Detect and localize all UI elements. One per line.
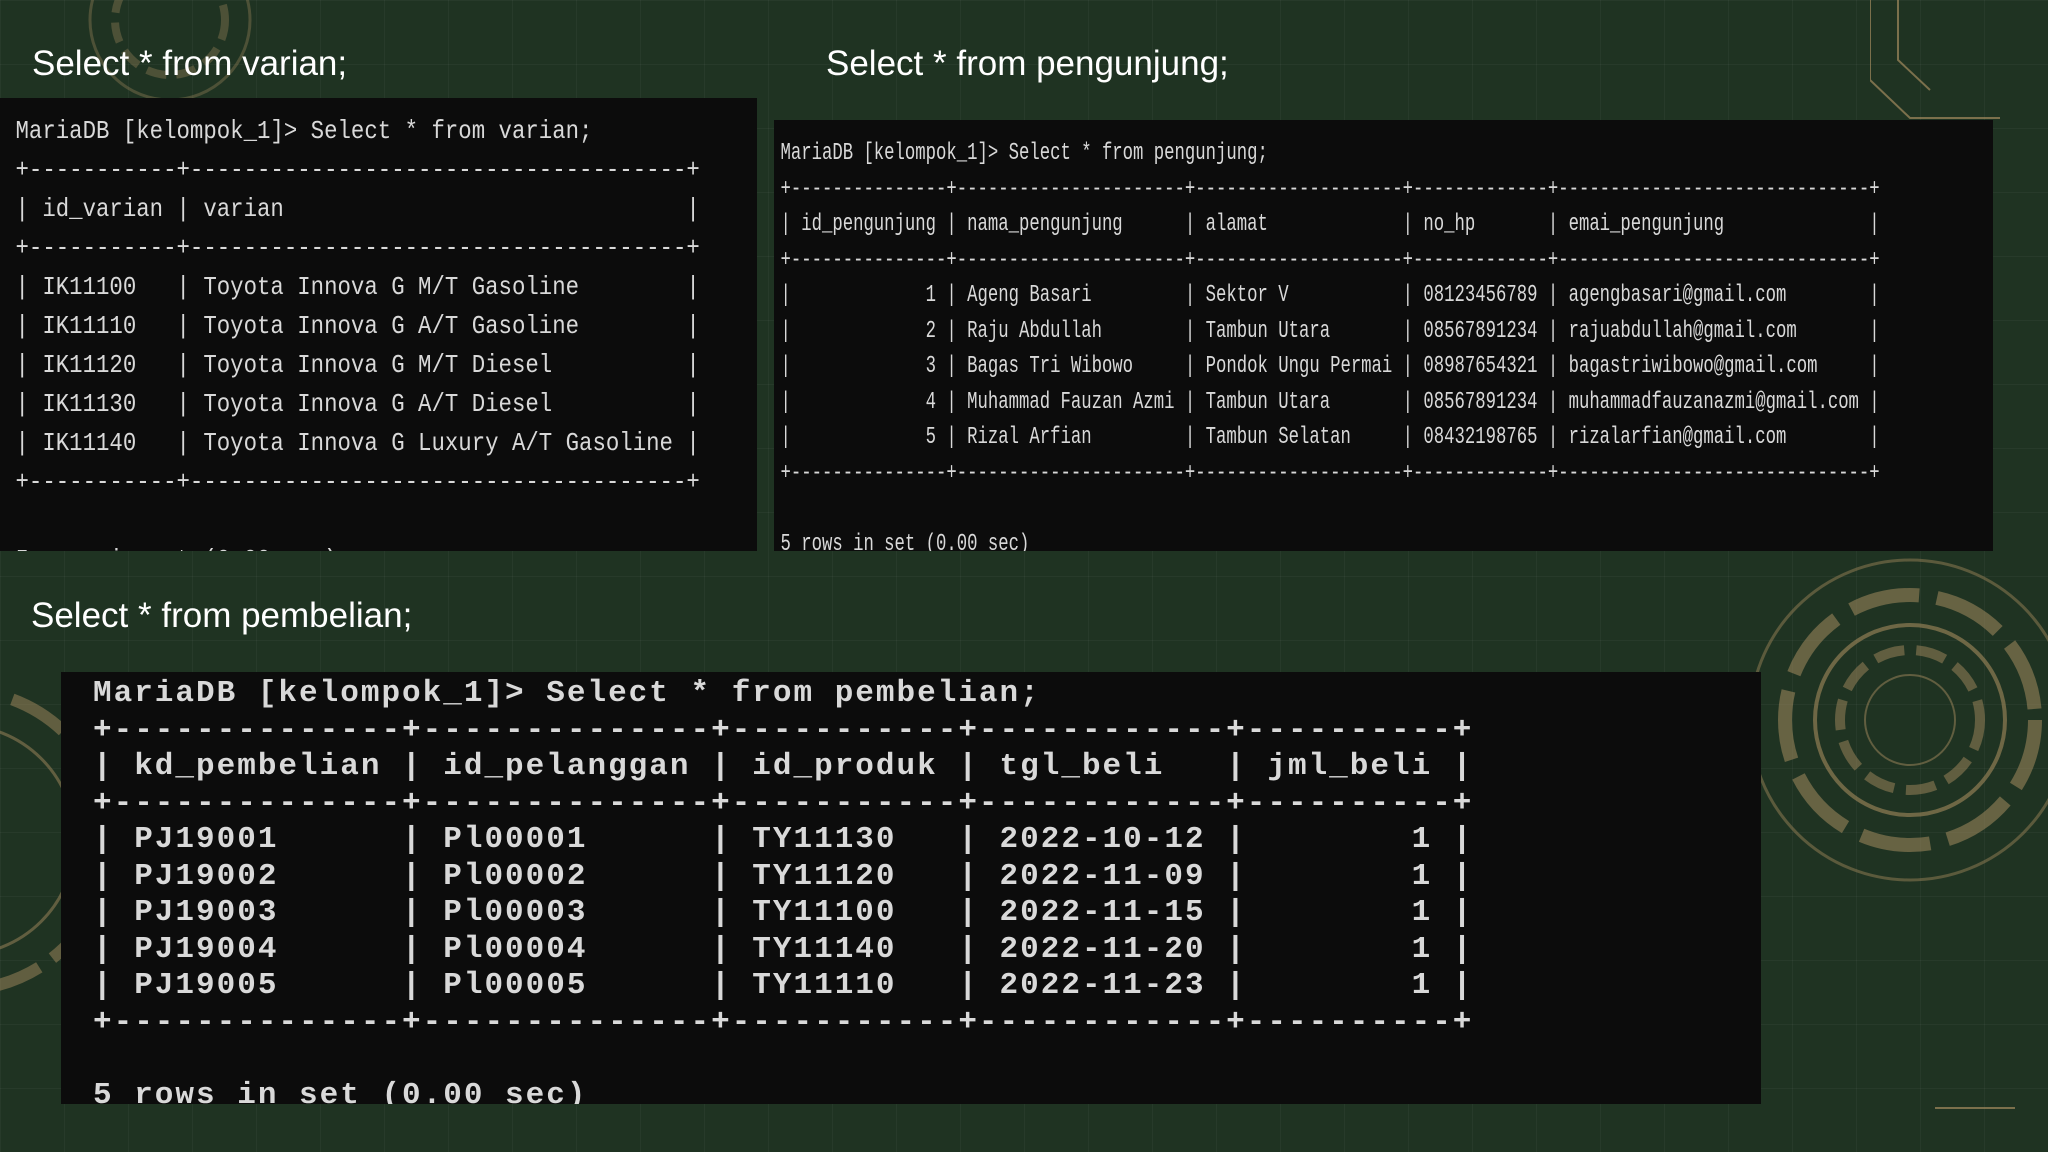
terminal-output-pengunjung: MariaDB [kelompok_1]> Select * from peng… bbox=[774, 120, 1879, 552]
table-border: +-----------+---------------------------… bbox=[15, 155, 700, 185]
table-row: | PJ19001 | Pl00001 | TY11130 | 2022-10-… bbox=[93, 822, 1474, 857]
table-border: +--------------+--------------+---------… bbox=[93, 785, 1474, 821]
table-border: +--------------+--------------+---------… bbox=[93, 1004, 1474, 1040]
table-row: | 3 | Bagas Tri Wibowo | Pondok Ungu Per… bbox=[780, 353, 1880, 380]
table-row: | 5 | Rizal Arfian | Tambun Selatan | 08… bbox=[780, 424, 1880, 451]
table-border: +---------------+----------------------+… bbox=[780, 459, 1880, 487]
rows-footer: 5 rows in set (0.00 sec) bbox=[93, 1077, 588, 1105]
rows-footer: 5 rows in set (0.00 sec) bbox=[780, 530, 1030, 552]
caption-pembelian: Select * from pembelian; bbox=[31, 596, 413, 635]
table-border: +-----------+---------------------------… bbox=[15, 233, 700, 263]
table-row: | IK11140 | Toyota Innova G Luxury A/T G… bbox=[15, 428, 700, 458]
terminal-pengunjung[interactable]: MariaDB [kelompok_1]> Select * from peng… bbox=[774, 120, 1993, 551]
rows-footer: 5 rows in set (0.00 sec) bbox=[15, 545, 337, 551]
table-border: +---------------+----------------------+… bbox=[780, 246, 1880, 274]
table-border: +--------------+--------------+---------… bbox=[93, 712, 1474, 748]
table-header: | id_varian | varian | bbox=[15, 194, 700, 224]
terminal-pembelian[interactable]: MariaDB [kelompok_1]> Select * from pemb… bbox=[61, 672, 1761, 1104]
table-row: | PJ19003 | Pl00003 | TY11100 | 2022-11-… bbox=[93, 895, 1474, 930]
table-row: | 4 | Muhammad Fauzan Azmi | Tambun Utar… bbox=[780, 388, 1880, 416]
sql-prompt: MariaDB [kelompok_1]> Select * from peng… bbox=[780, 140, 1268, 167]
table-row: | IK11120 | Toyota Innova G M/T Diesel | bbox=[15, 350, 700, 380]
sql-prompt: MariaDB [kelompok_1]> Select * from pemb… bbox=[93, 676, 1041, 711]
terminal-output-pembelian: MariaDB [kelompok_1]> Select * from pemb… bbox=[61, 672, 1761, 1104]
table-row: | IK11100 | Toyota Innova G M/T Gasoline… bbox=[15, 272, 700, 302]
terminal-output-varian: MariaDB [kelompok_1]> Select * from vari… bbox=[0, 98, 699, 551]
caption-varian: Select * from varian; bbox=[32, 44, 348, 83]
table-row: | 2 | Raju Abdullah | Tambun Utara | 085… bbox=[780, 317, 1880, 345]
table-border: +---------------+----------------------+… bbox=[780, 175, 1880, 203]
table-row: | IK11110 | Toyota Innova G A/T Gasoline… bbox=[15, 311, 700, 341]
table-border: +-----------+---------------------------… bbox=[15, 467, 700, 497]
circuit-lines-bottom-right bbox=[1935, 1107, 2015, 1109]
table-row: | PJ19002 | Pl00002 | TY11120 | 2022-11-… bbox=[93, 858, 1474, 894]
sql-prompt: MariaDB [kelompok_1]> Select * from vari… bbox=[15, 116, 593, 146]
table-row: | IK11130 | Toyota Innova G A/T Diesel | bbox=[15, 389, 700, 419]
table-header: | id_pengunjung | nama_pengunjung | alam… bbox=[780, 211, 1880, 238]
caption-pengunjung: Select * from pengunjung; bbox=[826, 44, 1229, 83]
terminal-varian[interactable]: MariaDB [kelompok_1]> Select * from vari… bbox=[0, 98, 757, 551]
circuit-lines-top-right bbox=[1870, 0, 2000, 119]
table-row: | 1 | Ageng Basari | Sektor V | 08123456… bbox=[780, 282, 1880, 309]
table-row: | PJ19005 | Pl00005 | TY11110 | 2022-11-… bbox=[93, 968, 1474, 1003]
table-row: | PJ19004 | Pl00004 | TY11140 | 2022-11-… bbox=[93, 931, 1474, 967]
table-header: | kd_pembelian | id_pelanggan | id_produ… bbox=[93, 749, 1474, 784]
